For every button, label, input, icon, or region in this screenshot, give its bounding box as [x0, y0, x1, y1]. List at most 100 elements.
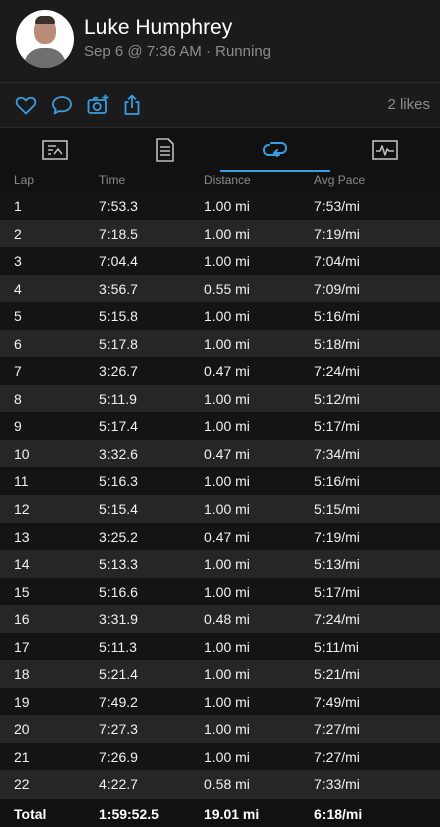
lap-pace: 5:13/mi — [314, 556, 360, 573]
lap-number: 17 — [14, 638, 30, 655]
tab-laps[interactable] — [220, 128, 330, 172]
lap-pace: 7:04/mi — [314, 253, 360, 270]
total-distance: 19.01 mi — [204, 806, 260, 822]
table-row: 21 7:26.9 1.00 mi 7:27/mi — [0, 742, 440, 771]
lap-time: 5:17.8 — [99, 335, 138, 352]
heart-icon[interactable] — [14, 93, 38, 117]
lap-pace: 5:21/mi — [314, 666, 360, 683]
lap-time: 7:26.9 — [99, 748, 138, 765]
lap-pace: 5:11/mi — [314, 638, 359, 655]
table-row: 3 7:04.4 1.00 mi 7:04/mi — [0, 247, 440, 275]
lap-distance: 1.00 mi — [204, 390, 250, 407]
user-name[interactable]: Luke Humphrey — [84, 16, 232, 40]
comment-icon[interactable] — [50, 93, 74, 117]
header-pace: Avg Pace — [314, 173, 366, 187]
lap-distance: 1.00 mi — [204, 721, 250, 738]
lap-time: 3:26.7 — [99, 363, 138, 380]
lap-distance: 1.00 mi — [204, 418, 250, 435]
header-lap: Lap — [14, 173, 35, 187]
lap-time: 3:31.9 — [99, 611, 138, 628]
lap-distance: 0.47 mi — [204, 363, 250, 380]
lap-table: 1 7:53.3 1.00 mi 7:53/mi 2 7:18.5 1.00 mi 7:19/… — [0, 192, 440, 799]
avatar[interactable] — [16, 10, 74, 68]
total-label: Total — [14, 806, 47, 822]
tab-details[interactable] — [110, 128, 220, 172]
lap-distance: 0.48 mi — [204, 611, 250, 628]
lap-table-header: Lap Time Distance Avg Pace — [0, 172, 440, 192]
lap-number: 11 — [14, 473, 29, 490]
avatar-hair — [35, 16, 55, 24]
tab-summary[interactable] — [0, 128, 110, 172]
lap-pace: 7:24/mi — [314, 611, 360, 628]
lap-pace: 7:33/mi — [314, 776, 360, 793]
lap-time: 3:25.2 — [99, 528, 138, 545]
chart-icon — [372, 140, 398, 160]
lap-pace: 5:17/mi — [314, 418, 360, 435]
lap-pace: 7:09/mi — [314, 280, 360, 297]
lap-time: 4:22.7 — [99, 776, 138, 793]
lap-distance: 1.00 mi — [204, 638, 250, 655]
lap-time: 7:53.3 — [99, 198, 138, 214]
lap-time: 5:15.4 — [99, 501, 138, 518]
table-row: 7 3:26.7 0.47 mi 7:24/mi — [0, 357, 440, 385]
lap-number: 1 — [14, 198, 22, 214]
header-distance: Distance — [204, 173, 251, 187]
lap-time: 5:16.3 — [99, 473, 138, 490]
total-time: 1:59:52.5 — [99, 806, 159, 822]
lap-number: 9 — [14, 418, 22, 435]
lap-number: 8 — [14, 390, 22, 407]
lap-distance: 1.00 mi — [204, 473, 250, 490]
table-row: 2 7:18.5 1.00 mi 7:19/mi — [0, 219, 440, 248]
tab-chart[interactable] — [330, 128, 440, 172]
table-row: 12 5:15.4 1.00 mi 5:15/mi — [0, 495, 440, 523]
lap-distance: 1.00 mi — [204, 308, 250, 325]
lap-number: 6 — [14, 335, 22, 352]
lap-number: 4 — [14, 280, 22, 297]
lap-time: 5:16.6 — [99, 583, 138, 600]
table-row: 4 3:56.7 0.55 mi 7:09/mi — [0, 274, 440, 303]
lap-number: 10 — [14, 445, 30, 462]
table-row: 5 5:15.8 1.00 mi 5:16/mi — [0, 302, 440, 330]
lap-number: 2 — [14, 225, 22, 242]
summary-icon — [42, 140, 68, 160]
lap-number: 3 — [14, 253, 22, 270]
lap-distance: 0.55 mi — [204, 280, 250, 297]
lap-pace: 7:27/mi — [314, 748, 360, 765]
header-time: Time — [99, 173, 126, 187]
likes-count[interactable]: 2 likes — [387, 96, 430, 113]
lap-time: 7:04.4 — [99, 253, 138, 270]
details-icon — [156, 138, 174, 162]
lap-distance: 1.00 mi — [204, 666, 250, 683]
lap-number: 18 — [14, 666, 30, 683]
share-icon[interactable] — [120, 93, 144, 117]
lap-pace: 7:34/mi — [314, 445, 360, 462]
lap-time: 5:11.9 — [99, 390, 137, 407]
lap-pace: 5:17/mi — [314, 583, 360, 600]
lap-time: 7:27.3 — [99, 721, 138, 738]
table-row: 17 5:11.3 1.00 mi 5:11/mi — [0, 632, 440, 661]
lap-distance: 0.58 mi — [204, 776, 250, 793]
lap-pace: 7:49/mi — [314, 693, 360, 710]
lap-pace: 7:19/mi — [314, 225, 360, 242]
lap-number: 14 — [14, 556, 30, 573]
lap-number: 21 — [14, 748, 30, 765]
lap-time: 5:17.4 — [99, 418, 138, 435]
lap-pace: 5:18/mi — [314, 335, 360, 352]
lap-number: 15 — [14, 583, 30, 600]
activity-header: Luke Humphrey Sep 6 @ 7:36 AM · Running — [0, 0, 440, 82]
avatar-shirt — [24, 48, 66, 68]
lap-number: 22 — [14, 776, 30, 793]
lap-time: 5:21.4 — [99, 666, 138, 683]
lap-distance: 1.00 mi — [204, 748, 250, 765]
lap-pace: 7:27/mi — [314, 721, 360, 738]
table-row: 16 3:31.9 0.48 mi 7:24/mi — [0, 605, 440, 633]
lap-distance: 1.00 mi — [204, 556, 250, 573]
lap-distance: 1.00 mi — [204, 225, 250, 242]
table-row: 19 7:49.2 1.00 mi 7:49/mi — [0, 687, 440, 716]
camera-add-icon[interactable] — [86, 93, 110, 117]
lap-distance: 1.00 mi — [204, 583, 250, 600]
table-row: 11 5:16.3 1.00 mi 5:16/mi — [0, 467, 440, 496]
table-row: 10 3:32.6 0.47 mi 7:34/mi — [0, 439, 440, 468]
lap-pace: 7:53/mi — [314, 198, 360, 214]
lap-distance: 1.00 mi — [204, 198, 250, 214]
